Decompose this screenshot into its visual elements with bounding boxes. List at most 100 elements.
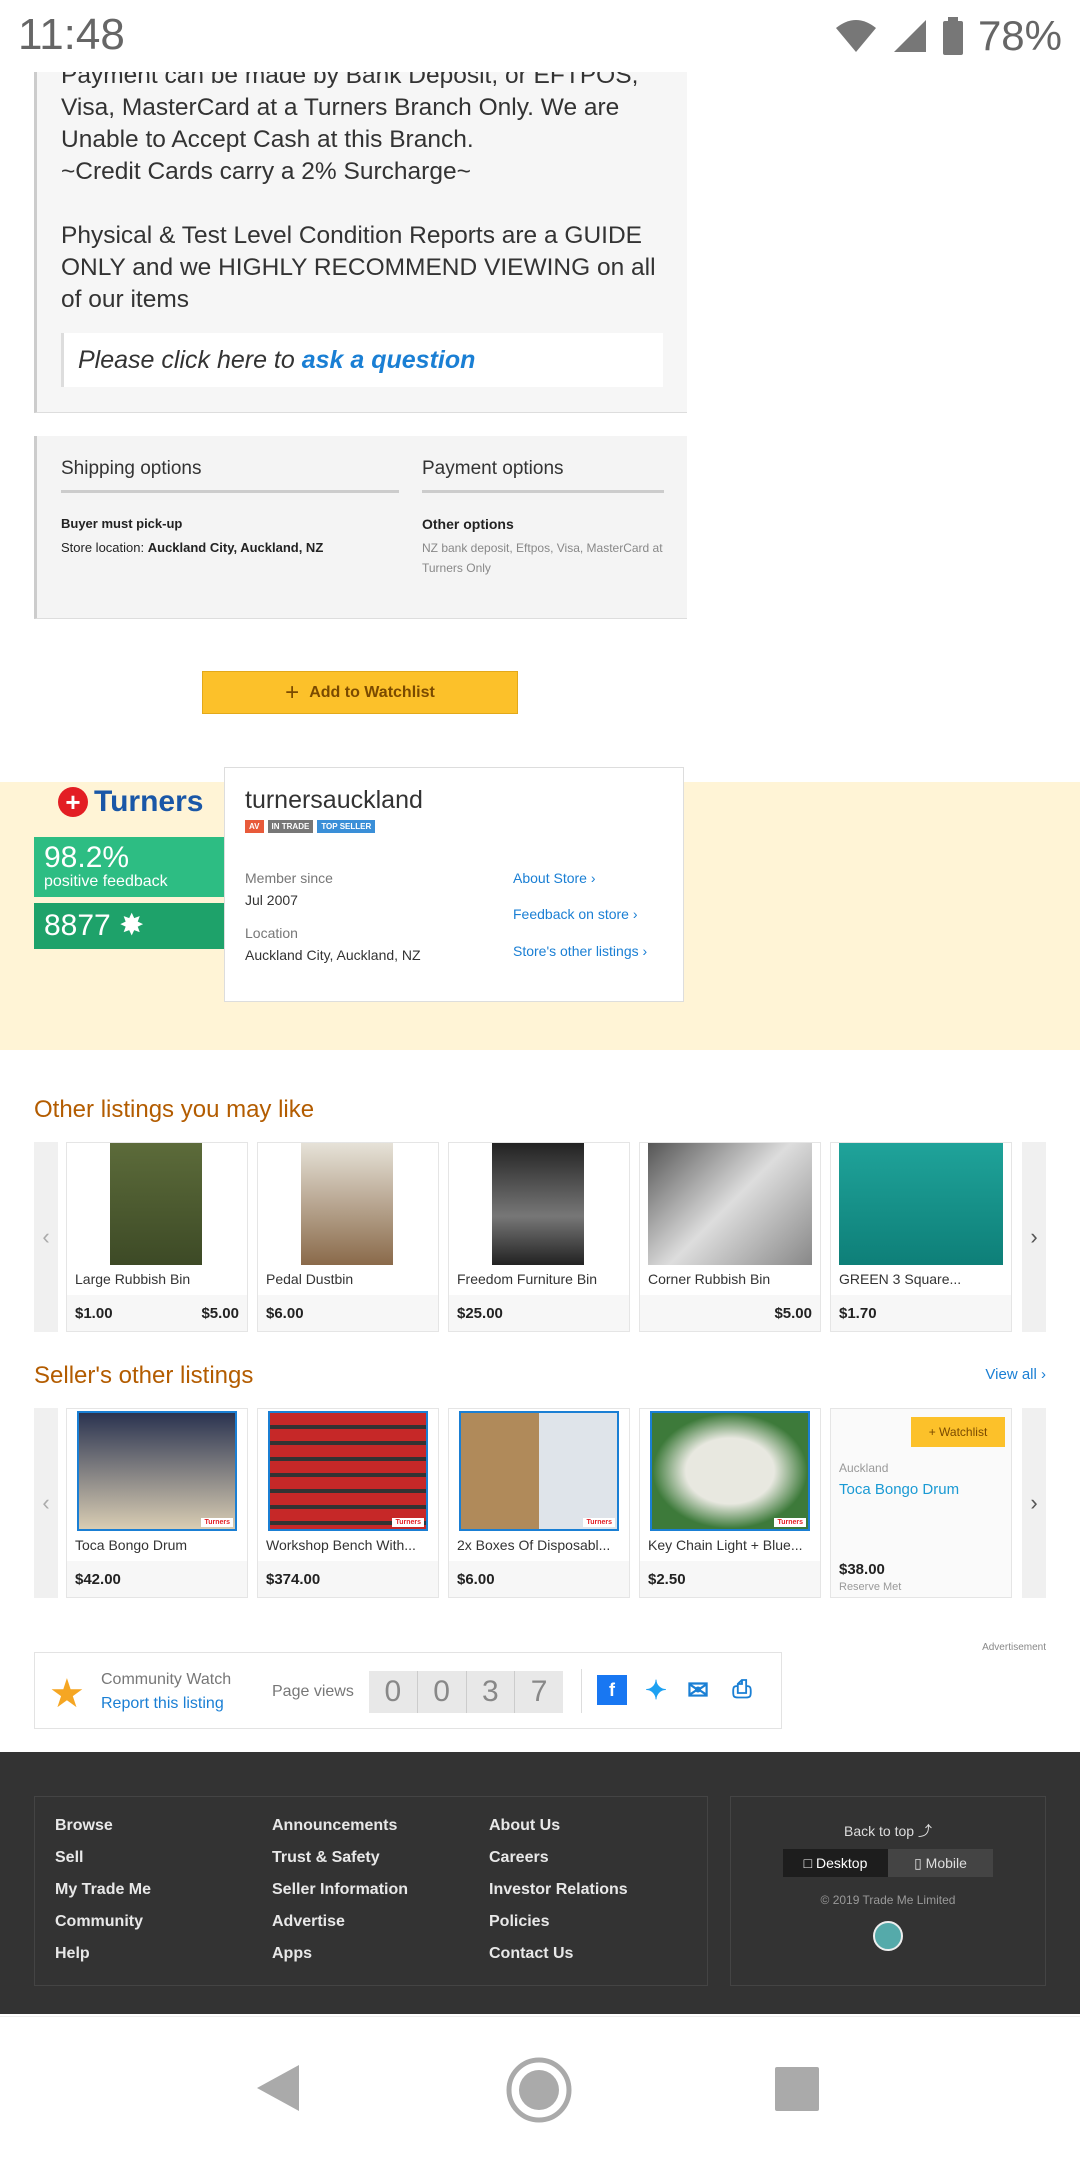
listing-image [839, 1143, 1003, 1265]
battery-percent: 78% [977, 12, 1062, 59]
chevron-right-icon: › [590, 870, 596, 886]
listing-card[interactable]: Pedal Dustbin $6.00 [257, 1142, 439, 1332]
seller-name[interactable]: turnersauckland [245, 786, 423, 815]
turners-logo-icon: + [58, 787, 88, 817]
ask-question-box: Please click here to ask a question [61, 333, 663, 387]
store-other-listings-link[interactable]: Store's other listings › [513, 943, 647, 959]
location-value: Auckland City, Auckland, NZ [245, 947, 421, 963]
footer-link-browse[interactable]: Browse [55, 1817, 151, 1849]
back-nav-icon[interactable] [255, 2063, 301, 2113]
footer-link-announcements[interactable]: Announcements [272, 1817, 408, 1849]
listing-title: Key Chain Light + Blue... [648, 1537, 803, 1553]
twitter-share-icon[interactable]: ✦ [641, 1675, 671, 1705]
feedback-count-box[interactable]: 8877 ✸ [34, 903, 224, 949]
home-nav-icon[interactable] [506, 2057, 572, 2123]
footer-link-apps[interactable]: Apps [272, 1945, 408, 1977]
listing-card[interactable]: Turners Workshop Bench With... $374.00 [257, 1408, 439, 1598]
listing-card[interactable]: Turners Key Chain Light + Blue... $2.50 [639, 1408, 821, 1598]
listing-image: Turners [650, 1411, 810, 1531]
community-watch-title: Community Watch [101, 1671, 232, 1688]
listing-card[interactable]: Corner Rubbish Bin $5.00 [639, 1142, 821, 1332]
footer-link-contact-us[interactable]: Contact Us [489, 1945, 628, 1977]
listing-card[interactable]: Large Rubbish Bin $1.00 $5.00 [66, 1142, 248, 1332]
page-views-counter: 0 0 3 7 [369, 1671, 563, 1713]
chevron-right-icon: › [632, 906, 638, 922]
shipping-payment-panel: Shipping options Payment options Buyer m… [34, 436, 687, 619]
carousel-next-button[interactable]: › [1022, 1142, 1046, 1332]
footer-link-careers[interactable]: Careers [489, 1849, 628, 1881]
seller-logo[interactable]: + Turners [58, 785, 203, 819]
footer-link-advertise[interactable]: Advertise [272, 1913, 408, 1945]
store-other-listings-label: Store's other listings [513, 943, 639, 959]
feedback-on-store-label: Feedback on store [513, 906, 629, 922]
listing-card-hover[interactable]: + Watchlist Auckland Toca Bongo Drum $38… [830, 1408, 1012, 1598]
facebook-share-icon[interactable]: f [597, 1675, 627, 1705]
carousel-prev-button[interactable]: ‹ [34, 1142, 58, 1332]
status-time: 11:48 [18, 10, 125, 59]
card-reserve: Reserve Met [839, 1581, 902, 1593]
community-star-icon: ★ [49, 1672, 85, 1716]
footer-link-my-trade-me[interactable]: My Trade Me [55, 1881, 151, 1913]
pickup-note: Buyer must pick-up [61, 516, 183, 531]
footer-link-about-us[interactable]: About Us [489, 1817, 628, 1849]
view-all-link[interactable]: View all › [985, 1366, 1046, 1383]
site-footer: Browse Sell My Trade Me Community Help A… [0, 1752, 1080, 2014]
payment-methods: NZ bank deposit, Eftpos, Visa, MasterCar… [422, 541, 663, 575]
laptop-icon: □ [803, 1855, 813, 1871]
feedback-label: positive feedback [44, 873, 168, 890]
turners-tag: Turners [774, 1518, 806, 1527]
card-watchlist-button[interactable]: + Watchlist [911, 1417, 1005, 1447]
listing-price: $1.00 [75, 1305, 113, 1322]
listing-card[interactable]: Turners 2x Boxes Of Disposabl... $6.00 [448, 1408, 630, 1598]
divider [581, 1669, 582, 1713]
member-since-label: Member since [245, 870, 333, 886]
footer-link-seller-information[interactable]: Seller Information [272, 1881, 408, 1913]
carousel-next-button[interactable]: › [1022, 1408, 1046, 1598]
listing-price: $374.00 [266, 1571, 321, 1588]
shipping-heading: Shipping options [61, 458, 399, 493]
star-badge-icon: ✸ [119, 909, 145, 942]
desktop-label: Desktop [816, 1855, 868, 1871]
feedback-percent-box: 98.2% positive feedback [34, 837, 224, 897]
listing-image: Turners [459, 1411, 619, 1531]
listing-title: GREEN 3 Square... [839, 1271, 962, 1287]
recents-nav-icon[interactable] [775, 2067, 819, 2111]
card-title-link[interactable]: Toca Bongo Drum [839, 1481, 959, 1498]
carousel-prev-button[interactable]: ‹ [34, 1408, 58, 1598]
listing-card[interactable]: GREEN 3 Square... $1.70 [830, 1142, 1012, 1332]
email-share-icon[interactable]: ✉ [683, 1675, 713, 1705]
listing-card[interactable]: Freedom Furniture Bin $25.00 [448, 1142, 630, 1332]
footer-link-investor-relations[interactable]: Investor Relations [489, 1881, 628, 1913]
report-listing-link[interactable]: Report this listing [101, 1695, 224, 1713]
ask-prefix: Please click here to [78, 346, 295, 374]
turners-tag: Turners [392, 1518, 424, 1527]
add-to-watchlist-button[interactable]: + Add to Watchlist [202, 671, 518, 714]
footer-link-sell[interactable]: Sell [55, 1849, 151, 1881]
desktop-view-button[interactable]: □ Desktop [783, 1849, 888, 1877]
back-to-top-link[interactable]: Back to top ⤴ [731, 1821, 1045, 1841]
footer-utilities: Back to top ⤴ □ Desktop ▯ Mobile © 2019 … [730, 1796, 1046, 1986]
feedback-on-store-link[interactable]: Feedback on store › [513, 906, 638, 922]
turners-tag: Turners [583, 1518, 615, 1527]
card-watchlist-label: Watchlist [939, 1425, 988, 1439]
condition-note: Physical & Test Level Condition Reports … [61, 222, 656, 313]
view-toggle: □ Desktop ▯ Mobile [783, 1849, 993, 1877]
listing-image: Turners [268, 1411, 428, 1531]
payment-note: Payment can be made by Bank Deposit, or … [61, 62, 639, 153]
about-store-label: About Store [513, 870, 587, 886]
about-store-link[interactable]: About Store › [513, 870, 596, 886]
ask-question-link[interactable]: ask a question [302, 346, 476, 374]
mobile-view-button[interactable]: ▯ Mobile [888, 1849, 993, 1877]
footer-link-community[interactable]: Community [55, 1913, 151, 1945]
footer-link-help[interactable]: Help [55, 1945, 151, 1977]
surcharge-note: ~Credit Cards carry a 2% Surcharge~ [61, 158, 471, 185]
listing-card[interactable]: Turners Toca Bongo Drum $42.00 [66, 1408, 248, 1598]
print-icon[interactable]: ⎙ [727, 1675, 757, 1705]
listing-price: $25.00 [457, 1305, 503, 1322]
view-all-label: View all [985, 1366, 1037, 1383]
listing-price: $2.50 [648, 1571, 686, 1588]
footer-link-policies[interactable]: Policies [489, 1913, 628, 1945]
listing-image [648, 1143, 812, 1265]
listing-image [492, 1143, 584, 1265]
footer-link-trust-safety[interactable]: Trust & Safety [272, 1849, 408, 1881]
